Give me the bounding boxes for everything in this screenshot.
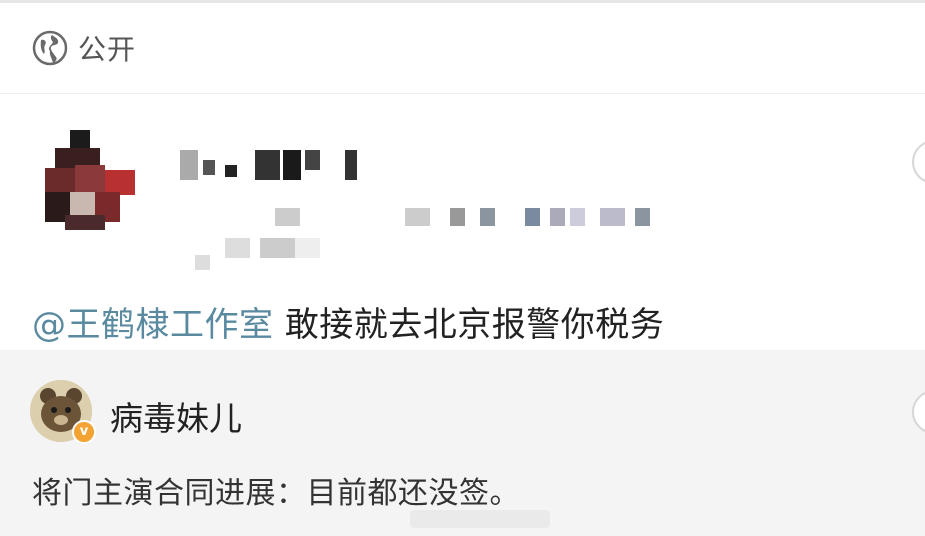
visibility-label: 公开: [78, 33, 137, 66]
author-avatar-blurred: [40, 130, 140, 230]
post-text: 敢接就去北京报警你税务: [273, 305, 665, 345]
author-name-blurred: [175, 145, 375, 185]
divider: [0, 93, 925, 94]
post-body: @王鹤棣工作室 敢接就去北京报警你税务: [32, 297, 664, 346]
watermark-blur: [410, 510, 550, 528]
globe-icon: [32, 30, 68, 66]
visibility-indicator[interactable]: 公开: [32, 28, 136, 68]
verified-badge-icon: v: [72, 420, 96, 444]
top-edge: [0, 0, 925, 3]
mention-link[interactable]: @王鹤棣工作室: [32, 305, 274, 345]
quoted-author[interactable]: 病毒妹儿: [110, 392, 242, 440]
side-button[interactable]: [912, 140, 925, 184]
quoted-post[interactable]: v 病毒妹儿 将门主演合同进展：目前都还没签。: [0, 350, 925, 536]
post-meta-blurred: [190, 200, 670, 275]
quoted-text: 将门主演合同进展：目前都还没签。: [32, 476, 520, 511]
